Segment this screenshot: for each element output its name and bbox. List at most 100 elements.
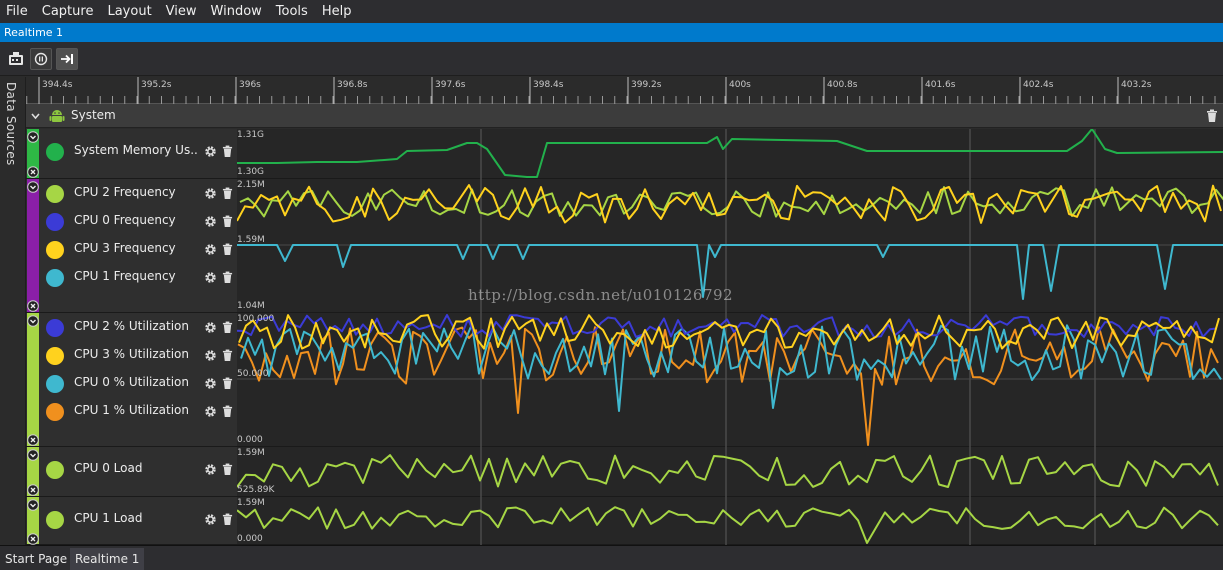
trash-icon[interactable] (222, 463, 233, 476)
trash-icon[interactable] (222, 321, 233, 334)
close-track-icon[interactable] (27, 533, 39, 545)
series-color-swatch[interactable] (46, 269, 64, 287)
gear-icon[interactable] (204, 215, 217, 228)
trash-icon[interactable] (1206, 109, 1218, 123)
tab-realtime-1[interactable]: Realtime 1 (70, 548, 145, 570)
menu-window[interactable]: Window (204, 0, 269, 23)
trash-icon[interactable] (222, 215, 233, 228)
menu-help[interactable]: Help (315, 0, 359, 23)
gear-icon[interactable] (204, 513, 217, 526)
close-track-icon[interactable] (27, 166, 39, 178)
document-tab-realtime[interactable]: Realtime 1 (0, 23, 67, 42)
axis-min-label: 1.30G (237, 167, 265, 177)
trash-icon[interactable] (222, 271, 233, 284)
close-track-icon[interactable] (27, 434, 39, 446)
series-line (236, 454, 1219, 488)
menu-view[interactable]: View (159, 0, 204, 23)
tab-start-page[interactable]: Start Page (0, 548, 72, 570)
gear-icon[interactable] (204, 405, 217, 418)
collapse-track-icon[interactable] (27, 181, 39, 193)
ruler-tick-label: 400.8s (827, 80, 858, 90)
series-color-swatch[interactable] (46, 375, 64, 393)
close-track-icon[interactable] (27, 300, 39, 312)
chevron-down-icon[interactable] (31, 112, 40, 120)
ruler-tick-label: 402.4s (1023, 80, 1054, 90)
series-row[interactable]: CPU 1 Load (39, 508, 237, 532)
track-memory-plot[interactable]: 1.31G 1.30G (237, 128, 1223, 179)
axis-mid-label: 1.59M (237, 235, 265, 245)
pause-button[interactable] (30, 48, 52, 70)
gear-icon[interactable] (204, 243, 217, 256)
series-color-swatch[interactable] (46, 319, 64, 337)
trash-icon[interactable] (222, 187, 233, 200)
ruler-tick-label: 397.6s (435, 80, 466, 90)
collapse-track-icon[interactable] (27, 315, 39, 327)
gear-icon[interactable] (204, 145, 217, 158)
trash-icon[interactable] (222, 513, 233, 526)
menu-file[interactable]: File (0, 0, 35, 23)
series-color-swatch[interactable] (46, 403, 64, 421)
series-color-swatch[interactable] (46, 185, 64, 203)
series-row[interactable]: CPU 0 % Utilization (39, 372, 237, 396)
data-sources-panel[interactable]: Data Sources (0, 77, 26, 545)
trash-icon[interactable] (222, 243, 233, 256)
trash-icon[interactable] (222, 377, 233, 390)
track-frequency-plot[interactable]: 2.15M 1.59M 1.04M (236, 179, 1223, 313)
series-color-swatch[interactable] (46, 213, 64, 231)
collapse-track-icon[interactable] (27, 131, 39, 143)
menu-capture[interactable]: Capture (35, 0, 101, 23)
ruler-tick-label: 396s (239, 80, 261, 90)
gear-icon[interactable] (204, 321, 217, 334)
collapse-track-icon[interactable] (27, 449, 39, 461)
series-row[interactable]: CPU 0 Frequency (39, 210, 237, 234)
series-row[interactable]: CPU 1 % Utilization (39, 400, 237, 424)
track-utilization-labels: CPU 2 % Utilization CPU 3 % Utilization CP… (39, 313, 237, 446)
scroll-to-end-button[interactable] (56, 48, 78, 70)
series-name: CPU 2 % Utilization (74, 319, 190, 333)
group-header-system[interactable]: System (26, 104, 1223, 128)
collapse-track-icon[interactable] (27, 499, 39, 511)
gear-icon[interactable] (204, 271, 217, 284)
track-utilization: CPU 2 % Utilization CPU 3 % Utilization CP… (26, 313, 1223, 447)
series-color-swatch[interactable] (46, 143, 64, 161)
axis-mid-label: 50.000 (237, 369, 269, 379)
gear-icon[interactable] (204, 463, 217, 476)
menu-layout[interactable]: Layout (100, 0, 158, 23)
trash-icon[interactable] (222, 405, 233, 418)
scroll-to-end-icon (61, 54, 73, 64)
gear-icon[interactable] (204, 377, 217, 390)
close-track-icon[interactable] (27, 484, 39, 496)
trash-icon[interactable] (222, 145, 233, 158)
axis-max-label: 100.000 (237, 314, 275, 324)
track-cpu1-load-plot[interactable]: 1.59M 0.000 (236, 497, 1223, 545)
menu-tools[interactable]: Tools (269, 0, 315, 23)
series-name: CPU 2 Frequency (74, 185, 176, 199)
series-color-swatch[interactable] (46, 511, 64, 529)
track-frequency-labels: CPU 2 Frequency CPU 0 Frequency CPU 3 Freq… (39, 179, 237, 312)
gear-icon[interactable] (204, 349, 217, 362)
capture-button[interactable] (5, 48, 27, 70)
track-cpu0-load-plot[interactable]: 1.59M 525.89K (236, 447, 1223, 497)
series-row[interactable]: System Memory Us... (39, 140, 237, 164)
series-row[interactable]: CPU 1 Frequency (39, 266, 237, 290)
gear-icon[interactable] (204, 187, 217, 200)
series-row[interactable]: CPU 2 Frequency (39, 182, 237, 206)
track-cpu0-load: CPU 0 Load 1.59M 525.89K (26, 447, 1223, 497)
series-color-swatch[interactable] (46, 461, 64, 479)
series-color-swatch[interactable] (46, 241, 64, 259)
data-sources-label: Data Sources (4, 82, 18, 166)
axis-max-label: 1.59M (237, 498, 265, 508)
series-row[interactable]: CPU 3 Frequency (39, 238, 237, 262)
track-utilization-plot[interactable]: 100.000 50.000 0.000 (236, 313, 1223, 447)
ruler-tick-label: 401.6s (925, 80, 956, 90)
series-row[interactable]: CPU 2 % Utilization (39, 316, 237, 340)
time-ruler[interactable]: 394.4s 395.2s 396s 396.8s 397.6s 398.4s 399.2s… (26, 77, 1223, 104)
series-row[interactable]: CPU 3 % Utilization (39, 344, 237, 368)
series-name: CPU 0 Frequency (74, 213, 176, 227)
ruler-tick-label: 398.4s (533, 80, 564, 90)
track-memory: System Memory Us... 1.31G 1.30G (26, 128, 1223, 179)
trash-icon[interactable] (222, 349, 233, 362)
series-row[interactable]: CPU 0 Load (39, 458, 237, 482)
series-color-swatch[interactable] (46, 347, 64, 365)
group-title: System (71, 108, 116, 122)
